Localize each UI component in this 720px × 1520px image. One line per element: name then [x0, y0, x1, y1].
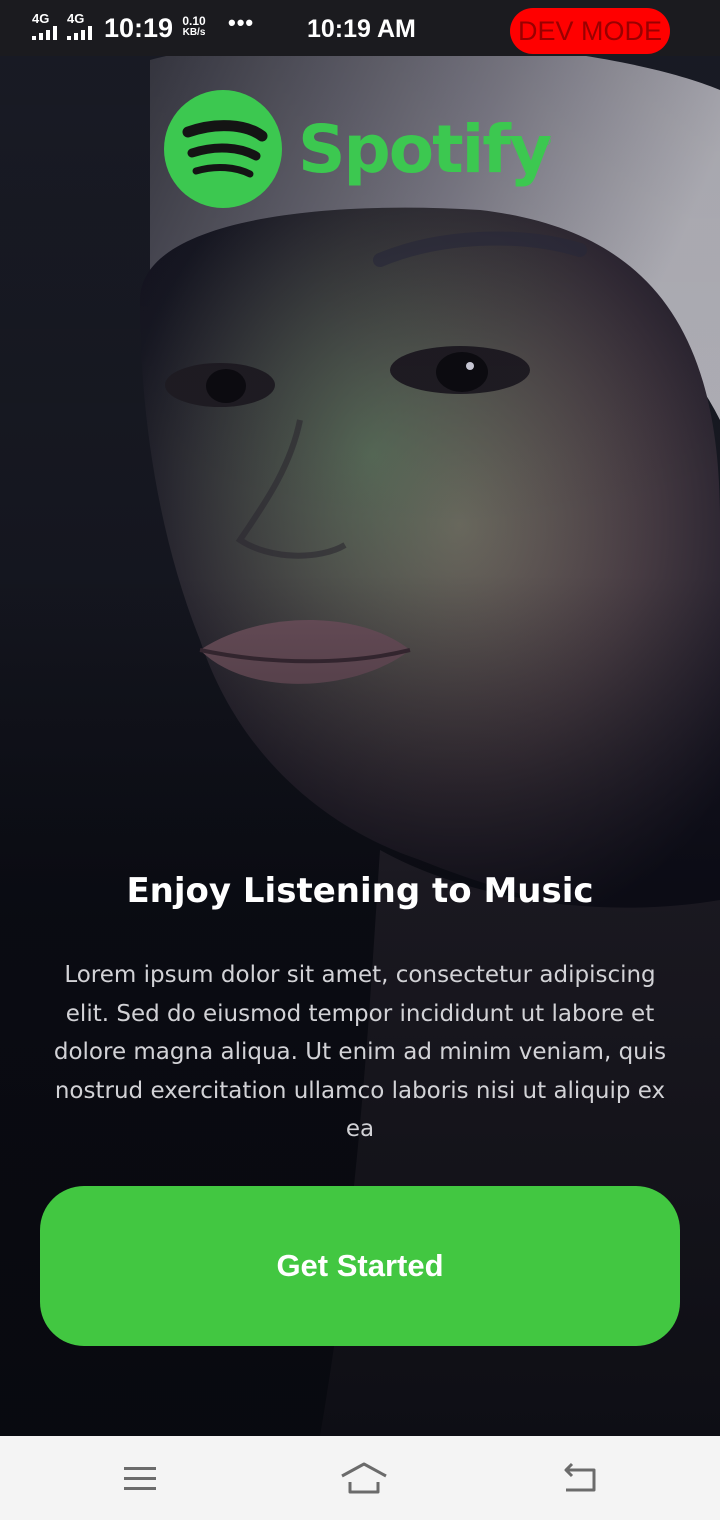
signal-strength-icon: 4G — [67, 12, 97, 40]
dev-mode-badge: DEV MODE — [510, 8, 670, 54]
registered-mark: ® — [542, 134, 551, 148]
home-button[interactable] — [300, 1436, 420, 1520]
status-time: 10:19 AM — [307, 15, 416, 43]
navigation-bar — [0, 1436, 720, 1520]
status-time-small: 10:19 — [104, 13, 174, 43]
spotify-logo: Spotify ® — [164, 90, 564, 210]
network-speed-unit: KB/s — [182, 27, 206, 38]
network-type-label: 4G — [67, 11, 85, 26]
back-button[interactable] — [520, 1436, 640, 1520]
menu-button[interactable] — [80, 1436, 200, 1520]
spotify-wordmark: Spotify — [298, 111, 552, 188]
get-started-button[interactable]: Get Started — [40, 1186, 680, 1346]
page-title: Enjoy Listening to Music — [126, 871, 594, 911]
menu-icon — [124, 1467, 156, 1490]
more-notifications-icon: ••• — [228, 10, 255, 35]
splash-screen: 4G 4G 10:19 0.10 KB/s ••• 10:19 AM DEV M… — [0, 0, 720, 1520]
back-icon — [564, 1462, 596, 1492]
network-type-label: 4G — [32, 11, 50, 26]
spotify-logo-icon — [164, 90, 282, 208]
description-text: Lorem ipsum dolor sit amet, consectetur … — [53, 962, 667, 1142]
network-speed: 0.10 KB/s — [178, 15, 210, 39]
home-icon — [341, 1462, 387, 1494]
network-speed-value: 0.10 — [182, 14, 206, 28]
status-bar: 4G 4G 10:19 0.10 KB/s ••• 10:19 AM DEV M… — [0, 0, 720, 56]
signal-strength-icon: 4G — [32, 12, 62, 40]
